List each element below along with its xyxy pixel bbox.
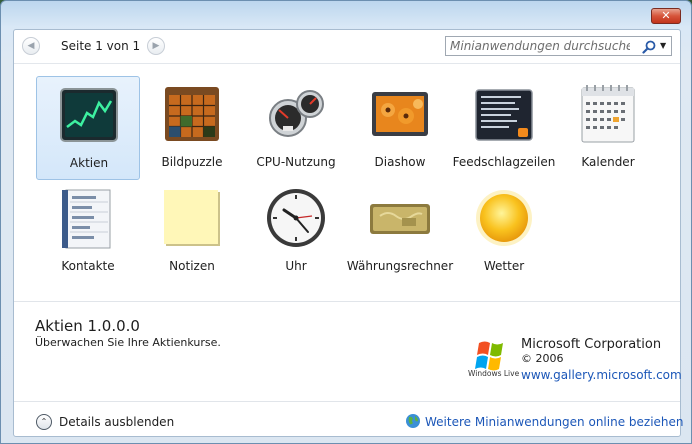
picture-puzzle-icon: [160, 82, 224, 146]
gadget-tile[interactable]: Uhr: [244, 180, 348, 284]
hide-details-button[interactable]: ⌃: [36, 414, 52, 430]
footer: ⌃ Details ausblenden Weitere Minianwendu…: [14, 401, 684, 438]
stocks-icon: [57, 83, 121, 147]
notes-icon: [160, 186, 224, 250]
clock-icon: [264, 186, 328, 250]
previous-page-button[interactable]: ◀: [22, 37, 40, 55]
divider: [14, 301, 680, 302]
feed-headlines-icon: [472, 82, 536, 146]
gadget-tile[interactable]: Bildpuzzle: [140, 76, 244, 180]
page-indicator: Seite 1 von 1: [61, 39, 141, 53]
gadget-tile[interactable]: Währungsrechner: [347, 180, 453, 284]
windows-live-logo-text: Windows Live: [468, 369, 520, 378]
globe-icon: [406, 414, 420, 428]
gadget-tile[interactable]: Kontakte: [36, 180, 140, 284]
gadget-title: Aktien 1.0.0.0: [35, 317, 140, 335]
search-box[interactable]: ▼: [445, 36, 672, 56]
gallery-panel: ◀ Seite 1 von 1 ▶ ▼ AktienBildpuzzleCPU-…: [13, 29, 684, 438]
currency-icon: [368, 186, 432, 250]
toolbar: ◀ Seite 1 von 1 ▶ ▼: [14, 30, 680, 64]
gadget-label: Wetter: [483, 259, 525, 273]
gadget-tile[interactable]: Kalender: [556, 76, 660, 180]
gadget-tile[interactable]: Wetter: [452, 180, 556, 284]
gadget-tile[interactable]: Feedschlagzeilen: [452, 76, 556, 180]
publisher-link[interactable]: www.gallery.microsoft.com: [521, 368, 682, 382]
get-more-gadgets-link[interactable]: Weitere Minianwendungen online beziehen: [425, 415, 684, 429]
hide-details-label[interactable]: Details ausblenden: [59, 415, 174, 429]
search-input[interactable]: [450, 38, 630, 54]
slideshow-icon: [368, 82, 432, 146]
gadget-gallery-window: ✕ ◀ Seite 1 von 1 ▶ ▼ AktienBildpuzzleCP…: [0, 0, 692, 444]
gadget-description: Überwachen Sie Ihre Aktienkurse.: [35, 336, 221, 349]
gadget-tile[interactable]: Diashow: [348, 76, 452, 180]
next-page-button[interactable]: ▶: [147, 37, 165, 55]
cpu-meter-icon: [264, 82, 328, 146]
publisher-name: Microsoft Corporation: [521, 337, 662, 352]
search-dropdown-icon[interactable]: ▼: [660, 38, 670, 54]
gadget-tile[interactable]: Notizen: [140, 180, 244, 284]
close-button[interactable]: ✕: [651, 8, 681, 24]
copyright: © 2006: [521, 352, 564, 365]
gadget-tile[interactable]: CPU-Nutzung: [244, 76, 348, 180]
contacts-icon: [56, 186, 120, 250]
calendar-icon: [576, 82, 640, 146]
search-icon[interactable]: [642, 40, 656, 54]
gadget-label: Kalender: [581, 155, 635, 169]
gadget-tile[interactable]: Aktien: [36, 76, 140, 180]
weather-icon: [472, 186, 536, 250]
